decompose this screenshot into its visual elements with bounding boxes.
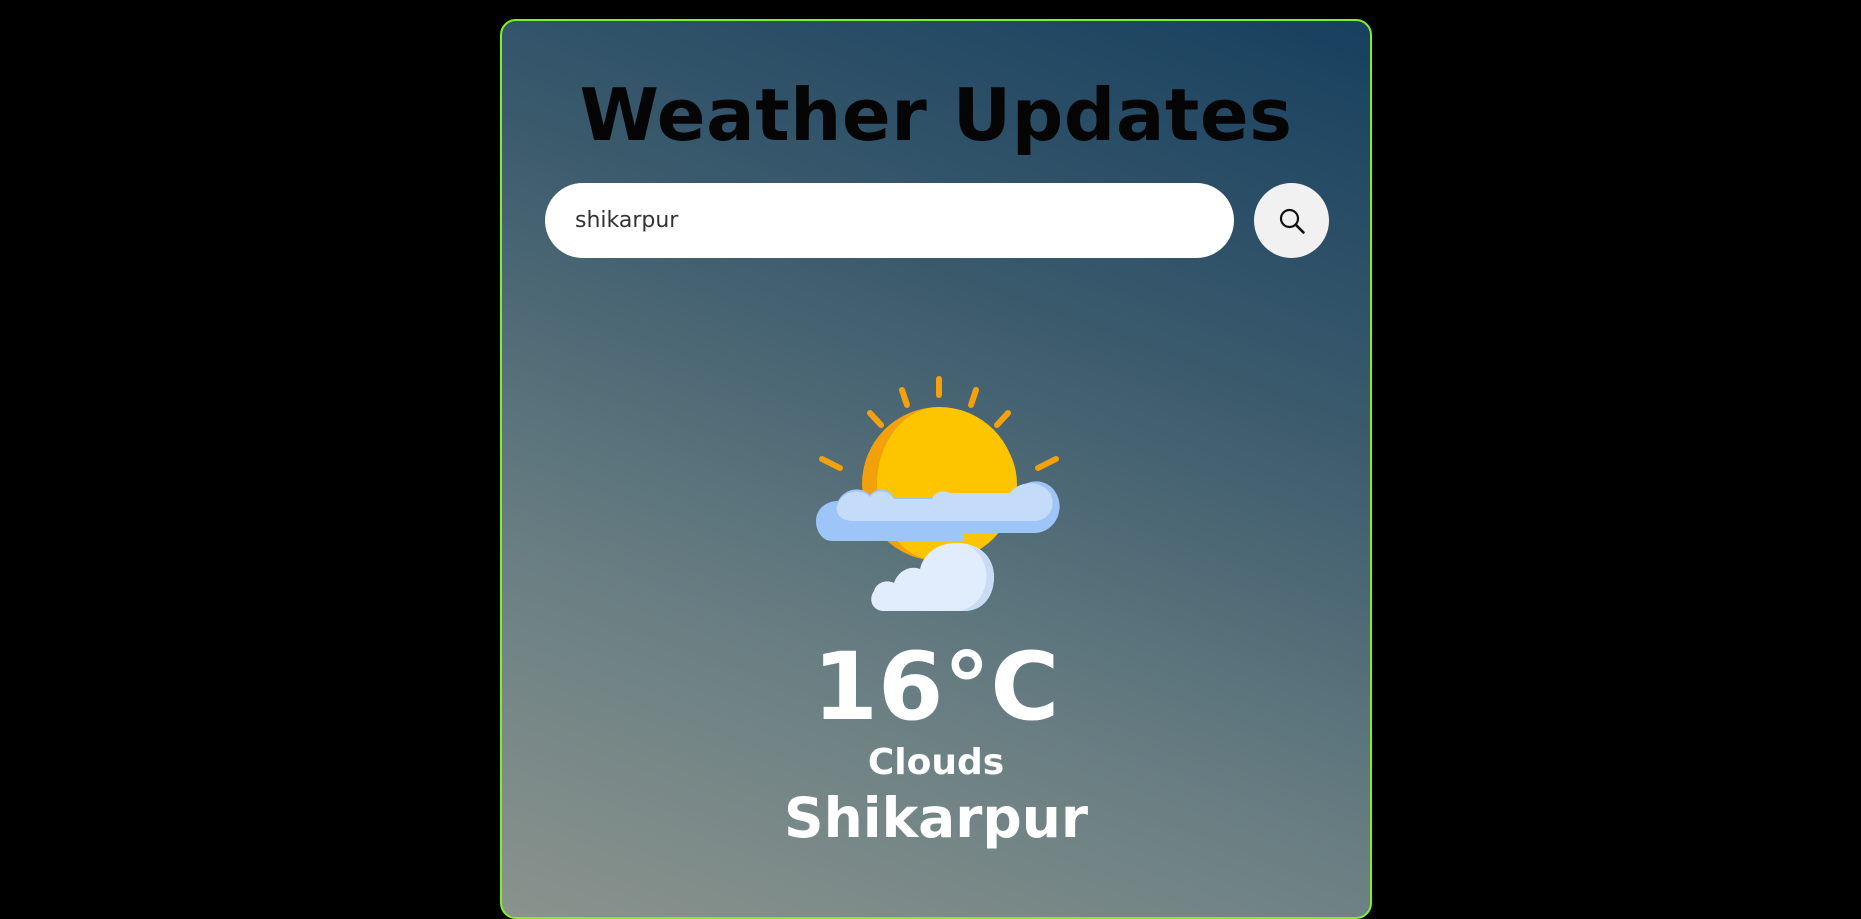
city-name: Shikarpur	[783, 786, 1089, 850]
page-title: Weather Updates	[579, 73, 1293, 157]
city-search-input[interactable]	[545, 183, 1234, 258]
search-icon	[1279, 208, 1305, 234]
weather-card: Weather Updates shikarpur 16°C Clouds Sh…	[500, 19, 1372, 919]
temperature-value: 16°C	[812, 633, 1060, 742]
search-button[interactable]	[1254, 183, 1329, 258]
partly-cloudy-icon	[814, 371, 1064, 611]
weather-condition: Clouds	[867, 742, 1005, 783]
